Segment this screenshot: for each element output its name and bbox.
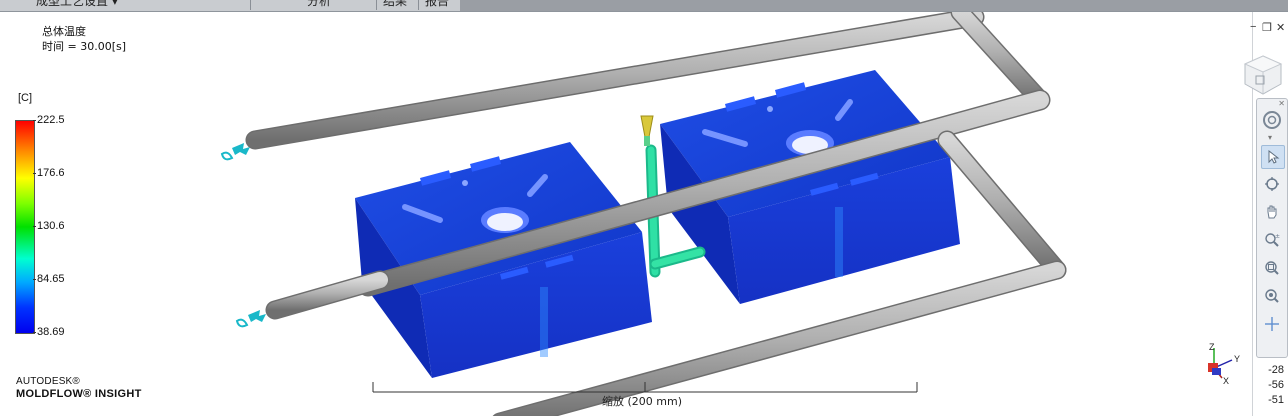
coolant-inlet-lower <box>235 310 266 328</box>
legend-unit: [C] <box>18 92 33 104</box>
molded-part-left <box>355 142 652 378</box>
select-arrow-icon[interactable] <box>1261 145 1285 169</box>
coolant-inlet-upper <box>220 143 250 161</box>
legend-tick-mark <box>33 226 36 227</box>
scale-bar <box>372 382 918 393</box>
legend-tick-mark <box>33 120 36 121</box>
center-icon[interactable] <box>1261 313 1283 335</box>
legend-tick-2: 176.6 <box>37 167 65 179</box>
model-viewport[interactable]: 总体温度 时间 = 30.00[s] [C] 222.5 176.6 130.6… <box>0 12 1252 416</box>
zoom-fit-icon[interactable] <box>1261 285 1283 307</box>
axis-y-label: Y <box>1234 354 1241 364</box>
moldflow-window: 成型工艺设置 ▾ 分析 结果 报告 总体温度 时间 = 30.00[s] [C]… <box>0 0 1288 416</box>
restore-button[interactable]: ❐ <box>1262 21 1272 34</box>
result-info: 总体温度 时间 = 30.00[s] <box>42 24 126 54</box>
cooling-pipe-right-upper <box>950 12 1050 110</box>
ribbon-tab-strip: 成型工艺设置 ▾ 分析 结果 报告 <box>0 0 1288 12</box>
close-button[interactable]: ✕ <box>1276 21 1285 34</box>
coord-2: -56 <box>1268 379 1284 391</box>
legend-tick-mark <box>33 173 36 174</box>
tab-report[interactable]: 报告 <box>418 0 455 10</box>
coord-1: -28 <box>1268 364 1284 376</box>
chevron-down-icon[interactable]: ▾ <box>1268 133 1272 142</box>
tab-analysis[interactable]: 分析 <box>250 0 373 10</box>
moldflow-logo-text: MOLDFLOW® INSIGHT <box>16 388 142 400</box>
coord-3: -51 <box>1268 394 1284 406</box>
zoom-icon[interactable]: ± <box>1261 229 1283 251</box>
coordinate-readout: -28 -56 -51 <box>1264 363 1284 408</box>
legend-tick-max: 222.5 <box>37 114 65 126</box>
legend-tick-4: 84.65 <box>37 273 65 285</box>
cooling-pipe-right-side <box>937 130 1067 280</box>
temperature-color-bar <box>15 120 35 334</box>
rotate-icon[interactable] <box>1261 173 1283 195</box>
axes-triad <box>1208 348 1233 379</box>
navigation-bar: ✕ ▾ ± <box>1256 98 1288 358</box>
pan-hand-icon[interactable] <box>1261 201 1283 223</box>
minimize-button[interactable]: − <box>1250 21 1256 33</box>
result-time: 时间 = 30.00[s] <box>42 40 127 53</box>
tab-process-settings[interactable]: 成型工艺设置 ▾ <box>30 0 124 10</box>
axis-x-label: X <box>1223 376 1230 386</box>
tab-analysis-label: 分析 <box>307 0 332 8</box>
zoom-window-icon[interactable] <box>1261 257 1283 279</box>
autodesk-logo-text: AUTODESK® <box>16 376 80 387</box>
view-cube[interactable] <box>1241 52 1285 98</box>
result-title: 总体温度 <box>42 25 86 38</box>
model-scene <box>220 12 1233 416</box>
svg-text:±: ± <box>1275 233 1280 240</box>
legend-tick-mark <box>33 279 36 280</box>
axis-z-label: Z <box>1209 342 1215 352</box>
navbar-close-icon[interactable]: ✕ <box>1278 99 1285 108</box>
legend-tick-min: 38.69 <box>37 326 65 338</box>
tab-results[interactable]: 结果 <box>376 0 413 10</box>
steering-wheel-icon[interactable] <box>1261 109 1283 131</box>
legend-tick-mark <box>33 332 36 333</box>
tab-strip-fill <box>460 0 1288 11</box>
scale-bar-label: 缩放 (200 mm) <box>602 395 683 408</box>
legend-tick-3: 130.6 <box>37 220 65 232</box>
